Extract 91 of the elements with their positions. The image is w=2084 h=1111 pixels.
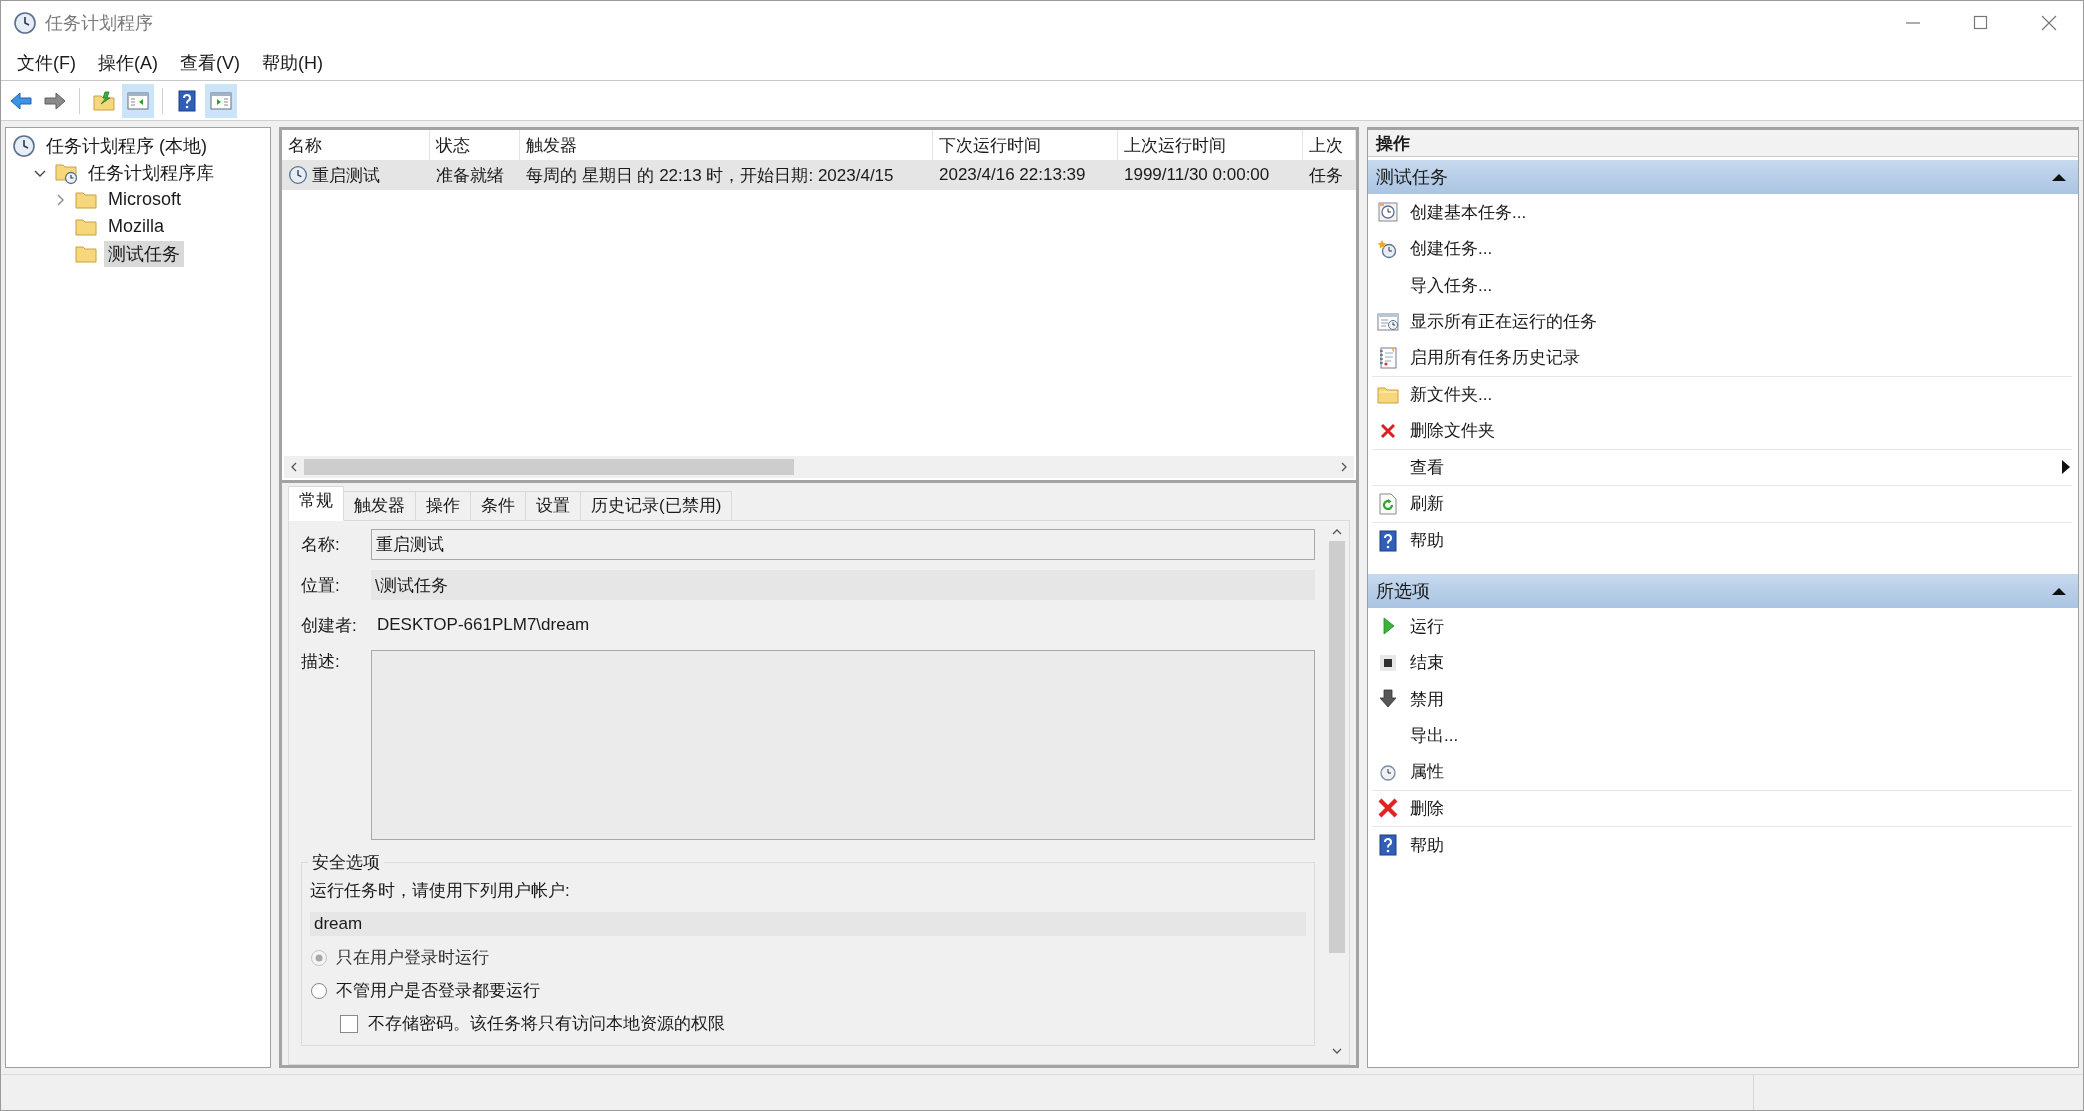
calendar-clock-icon [1376, 200, 1400, 225]
radio-label: 只在用户登录时运行 [336, 947, 489, 969]
tree-item[interactable]: Microsoft [104, 188, 185, 211]
action-label: 查看 [1410, 456, 1445, 479]
clock-icon [12, 133, 36, 158]
author-text: DESKTOP-661PLM7\dream [376, 614, 591, 636]
field-label: 描述: [301, 651, 341, 673]
table-cell: 1999/11/30 0:00:00 [1124, 165, 1270, 185]
action-label: 删除 [1410, 797, 1445, 820]
action-item[interactable]: 帮助 [1372, 522, 2072, 559]
clock-icon [288, 165, 308, 185]
group-title: 测试任务 [1376, 166, 1449, 189]
scroll-down-icon[interactable] [1331, 1046, 1343, 1056]
action-item[interactable]: 禁用 [1372, 681, 2072, 718]
field-label: 名称: [301, 534, 341, 556]
action-item[interactable]: 启用所有任务历史记录 [1372, 340, 2072, 377]
action-label: 启用所有任务历史记录 [1410, 347, 1581, 370]
location-field: \测试任务 [371, 570, 1315, 600]
action-item[interactable]: 导入任务... [1372, 267, 2072, 304]
table-cell-text: 准备就绪 [436, 164, 504, 187]
checkbox[interactable] [340, 1014, 358, 1033]
action-item[interactable]: 查看 [1372, 449, 2072, 486]
folder-arrow-icon [92, 88, 116, 113]
description-field[interactable] [371, 650, 1315, 840]
action-item[interactable]: 运行 [1372, 608, 2072, 645]
scroll-up-icon[interactable] [1331, 527, 1343, 537]
action-label: 刷新 [1410, 493, 1445, 516]
horizontal-scrollbar[interactable] [284, 456, 1354, 478]
radio-label: 不管用户是否登录都要运行 [336, 980, 540, 1002]
scroll-left-icon[interactable] [289, 461, 299, 473]
group-header[interactable]: 测试任务 [1368, 160, 2078, 194]
field-label: 位置: [301, 574, 341, 597]
refresh-icon [1376, 491, 1400, 516]
action-label: 删除文件夹 [1410, 420, 1496, 443]
tree-item[interactable]: Mozilla [104, 215, 168, 238]
menu-item[interactable]: 文件(F) [7, 46, 86, 79]
action-item[interactable]: 帮助 [1372, 827, 2072, 864]
table-cell: 2023/4/16 22:13:39 [939, 165, 1086, 185]
table-row[interactable]: 重启测试 准备就绪 每周的 星期日 的 22:13 时，开始日期: 2023/4/15 2023/4/16 22:13:39 1999/11/30 0:00:00 任务 [282, 160, 1356, 190]
table-cell-text: 任务 [1309, 164, 1343, 187]
menu-item[interactable]: 查看(V) [170, 46, 250, 79]
action-label: 禁用 [1410, 688, 1445, 711]
action-label: 结束 [1410, 652, 1445, 675]
maximize-button[interactable] [1972, 14, 1990, 32]
action-item[interactable]: 结束 [1372, 644, 2072, 681]
group-header[interactable]: 所选项 [1368, 574, 2078, 608]
action-label: 创建任务... [1410, 238, 1494, 261]
action-label: 帮助 [1410, 834, 1445, 857]
action-item[interactable]: 删除文件夹 [1372, 413, 2072, 450]
close-button[interactable] [2040, 14, 2058, 32]
help-icon [1376, 833, 1400, 858]
action-label: 运行 [1410, 615, 1445, 638]
field-label: 创建者: [301, 614, 358, 637]
tree-item[interactable]: 任务计划程序库 [84, 159, 218, 186]
group-title: 安全选项 [308, 851, 384, 874]
action-item[interactable]: 删除 [1372, 790, 2072, 827]
account-prompt: 运行任务时，请使用下列用户帐户: [310, 880, 571, 902]
table-cell-text: 每周的 星期日 的 22:13 时，开始日期: 2023/4/15 [526, 164, 894, 187]
radio-button[interactable] [310, 981, 328, 1000]
clock-icon [13, 11, 37, 35]
menu-item[interactable]: 操作(A) [88, 46, 168, 79]
group-title: 所选项 [1376, 580, 1431, 603]
action-label: 导出... [1410, 725, 1460, 748]
menu-item[interactable]: 帮助(H) [252, 46, 333, 79]
name-field[interactable]: 重启测试 [371, 529, 1315, 560]
console-tree-button[interactable] [122, 83, 154, 118]
help-icon [1376, 528, 1400, 553]
tab[interactable]: 历史记录(已禁用) [580, 491, 733, 521]
account-field: dream [310, 912, 1306, 936]
table-cell-text: 重启测试 [312, 164, 380, 187]
action-label: 创建基本任务... [1410, 201, 1528, 224]
window-title: 任务计划程序 [45, 12, 153, 35]
action-label: 新文件夹... [1410, 384, 1494, 407]
action-item[interactable]: 创建任务... [1372, 230, 2072, 267]
tree-item[interactable]: 测试任务 [104, 240, 184, 267]
scroll-right-icon[interactable] [1339, 461, 1349, 473]
action-label: 显示所有正在运行的任务 [1410, 311, 1598, 334]
action-item[interactable]: 刷新 [1372, 486, 2072, 523]
action-item[interactable]: 新文件夹... [1372, 376, 2072, 413]
checkbox-label: 不存储密码。该任务将只有访问本地资源的权限 [368, 1013, 725, 1035]
help-icon [175, 88, 199, 113]
action-item[interactable]: 显示所有正在运行的任务 [1372, 303, 2072, 340]
tree-item[interactable]: 任务计划程序 (本地) [42, 132, 211, 159]
action-label: 导入任务... [1410, 274, 1494, 297]
tab[interactable]: 常规 [288, 486, 344, 521]
action-item[interactable]: 创建基本任务... [1372, 194, 2072, 231]
action-label: 帮助 [1410, 530, 1445, 553]
action-label: 属性 [1410, 761, 1445, 784]
pane-header: 操作 [1368, 130, 2078, 157]
action-item[interactable]: 导出... [1372, 717, 2072, 754]
action-item[interactable]: 属性 [1372, 754, 2072, 791]
